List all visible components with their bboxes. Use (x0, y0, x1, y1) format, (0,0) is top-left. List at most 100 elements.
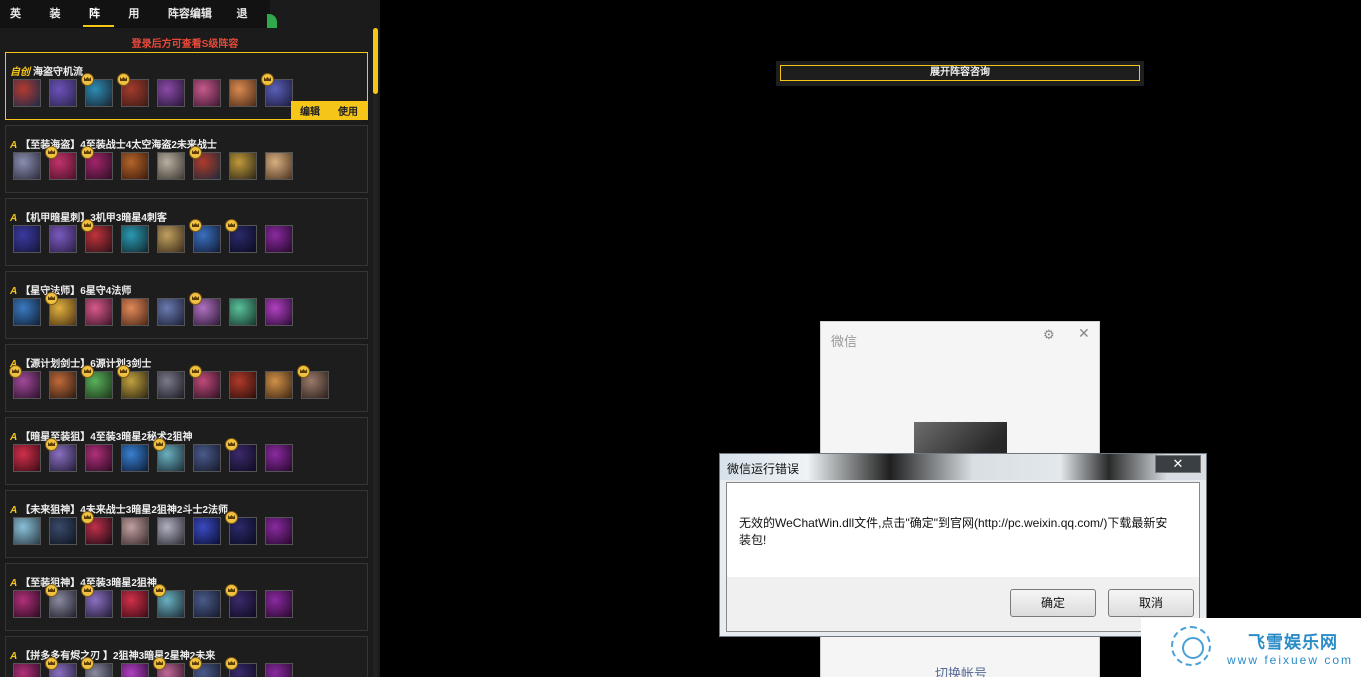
champion-portrait[interactable] (193, 517, 221, 545)
champion-portrait[interactable] (121, 152, 149, 180)
champion-portrait[interactable] (121, 590, 149, 618)
champion-portrait[interactable] (45, 292, 77, 326)
champion-portrait[interactable] (157, 517, 185, 545)
champion-portrait[interactable] (13, 225, 41, 253)
use-button[interactable]: 使用 (329, 103, 367, 118)
champion-portrait[interactable] (85, 444, 113, 472)
champion-portrait[interactable] (225, 584, 257, 618)
champion-portrait[interactable] (265, 663, 293, 677)
champion-portrait[interactable] (81, 657, 113, 677)
lineup-card[interactable]: A 【暗星至装狙】4至装3暗星2秘术2狙神 (5, 417, 368, 485)
lineup-card[interactable]: A 【拼多多有烬之刃 】2狙神3暗星2星神2未来 (5, 636, 368, 677)
gear-icon[interactable]: ⚙ (1043, 327, 1055, 343)
champion-portrait[interactable] (121, 517, 149, 545)
lineup-card[interactable]: A 【至装海盗】4至装战士4太空海盗2未来战士 (5, 125, 368, 193)
edit-button[interactable]: 编辑 (291, 103, 329, 118)
dialog-close-button[interactable]: ✕ (1155, 455, 1201, 473)
tab-2[interactable]: 阵容 (82, 0, 115, 48)
champion-portrait[interactable] (265, 444, 293, 472)
lineup-card[interactable]: A 【星守法师】6星守4法师 (5, 271, 368, 339)
cancel-button[interactable]: 取消 (1108, 589, 1194, 617)
champion-portrait[interactable] (193, 79, 221, 107)
tab-4[interactable]: 阵容编辑器 (162, 0, 223, 48)
champion-portrait[interactable] (265, 152, 293, 180)
champion-portrait[interactable] (81, 73, 113, 107)
lineup-card[interactable]: 自创 海盗守机流 编辑 使用 (5, 52, 368, 120)
champion-portrait[interactable] (45, 438, 77, 472)
champion-portrait[interactable] (153, 657, 185, 677)
champion-portrait[interactable] (121, 298, 149, 326)
champion-portrait[interactable] (81, 219, 113, 253)
watermark: 飞雪娱乐网 www feixuew com (1141, 618, 1361, 677)
champion-portrait[interactable] (117, 365, 149, 399)
champion-portrait[interactable] (9, 365, 41, 399)
lineup-card[interactable]: A 【未来狙神】4未来战士3暗星2狙神2斗士2法师 (5, 490, 368, 558)
champion-portrait[interactable] (225, 511, 257, 545)
champion-portrait[interactable] (153, 584, 185, 618)
champion-portrait[interactable] (153, 438, 185, 472)
lineup-card[interactable]: A【至装狙神】4至装3暗星2狙神 (5, 563, 368, 631)
champion-portrait[interactable] (157, 152, 185, 180)
tab-5[interactable]: 退出 (231, 0, 262, 48)
champion-portrait[interactable] (49, 225, 77, 253)
tab-3[interactable]: 用户 (122, 0, 153, 48)
champion-portrait[interactable] (225, 657, 257, 677)
champion-portrait[interactable] (13, 590, 41, 618)
champion-portrait[interactable] (229, 152, 257, 180)
champion-portrait[interactable] (157, 371, 185, 399)
close-icon[interactable]: ✕ (1078, 325, 1090, 342)
champion-portrait[interactable] (157, 225, 185, 253)
champion-portrait[interactable] (297, 365, 329, 399)
champion-portrait[interactable] (229, 79, 257, 107)
champion-portrait[interactable] (193, 444, 221, 472)
champion-portrait[interactable] (229, 371, 257, 399)
champion-portrait[interactable] (81, 511, 113, 545)
champion-portrait[interactable] (117, 73, 149, 107)
champion-portrait[interactable] (45, 657, 77, 677)
champion-portrait[interactable] (189, 657, 221, 677)
champion-portrait[interactable] (261, 73, 293, 107)
champion-portrait[interactable] (225, 219, 257, 253)
champion-portrait[interactable] (157, 79, 185, 107)
champion-portrait[interactable] (13, 152, 41, 180)
champion-portrait[interactable] (45, 146, 77, 180)
champion-portrait[interactable] (13, 517, 41, 545)
champion-portrait[interactable] (193, 590, 221, 618)
champion-portrait[interactable] (189, 219, 221, 253)
ok-button[interactable]: 确定 (1010, 589, 1096, 617)
champion-portrait[interactable] (121, 444, 149, 472)
champion-portrait[interactable] (81, 146, 113, 180)
champion-portrait[interactable] (13, 444, 41, 472)
champion-portrait[interactable] (265, 371, 293, 399)
tab-0[interactable]: 英雄 (4, 0, 35, 48)
lineup-card[interactable]: A 【机甲暗星刺】3机甲3暗星4刺客 (5, 198, 368, 266)
champion-portrait[interactable] (49, 517, 77, 545)
champion-portrait[interactable] (121, 663, 149, 677)
champion-portrait[interactable] (13, 79, 41, 107)
champion-portrait[interactable] (49, 79, 77, 107)
champion-portrait[interactable] (13, 298, 41, 326)
champion-portrait[interactable] (265, 590, 293, 618)
champion-portrait[interactable] (85, 298, 113, 326)
champion-portrait[interactable] (189, 365, 221, 399)
champion-portrait[interactable] (225, 438, 257, 472)
champion-portrait[interactable] (81, 365, 113, 399)
champion-portrait[interactable] (265, 225, 293, 253)
champion-portrait[interactable] (13, 663, 41, 677)
switch-account-link[interactable]: 切换帐号 (821, 663, 1101, 677)
champion-portrait[interactable] (265, 298, 293, 326)
champion-portrait[interactable] (45, 584, 77, 618)
champion-portrait[interactable] (157, 298, 185, 326)
champion-portrait[interactable] (189, 292, 221, 326)
champion-portrait[interactable] (81, 584, 113, 618)
scrollbar-track[interactable] (373, 28, 378, 677)
champion-portrait[interactable] (189, 146, 221, 180)
scrollbar-thumb[interactable] (373, 28, 378, 94)
champion-portrait[interactable] (121, 225, 149, 253)
champion-portrait[interactable] (49, 371, 77, 399)
champion-portrait[interactable] (229, 298, 257, 326)
champion-portrait[interactable] (265, 517, 293, 545)
expand-lineup-button[interactable]: 展开阵容咨询 (780, 65, 1140, 81)
lineup-card[interactable]: A【源计划剑士】6源计划3剑士 (5, 344, 368, 412)
tab-1[interactable]: 装备 (43, 0, 74, 48)
